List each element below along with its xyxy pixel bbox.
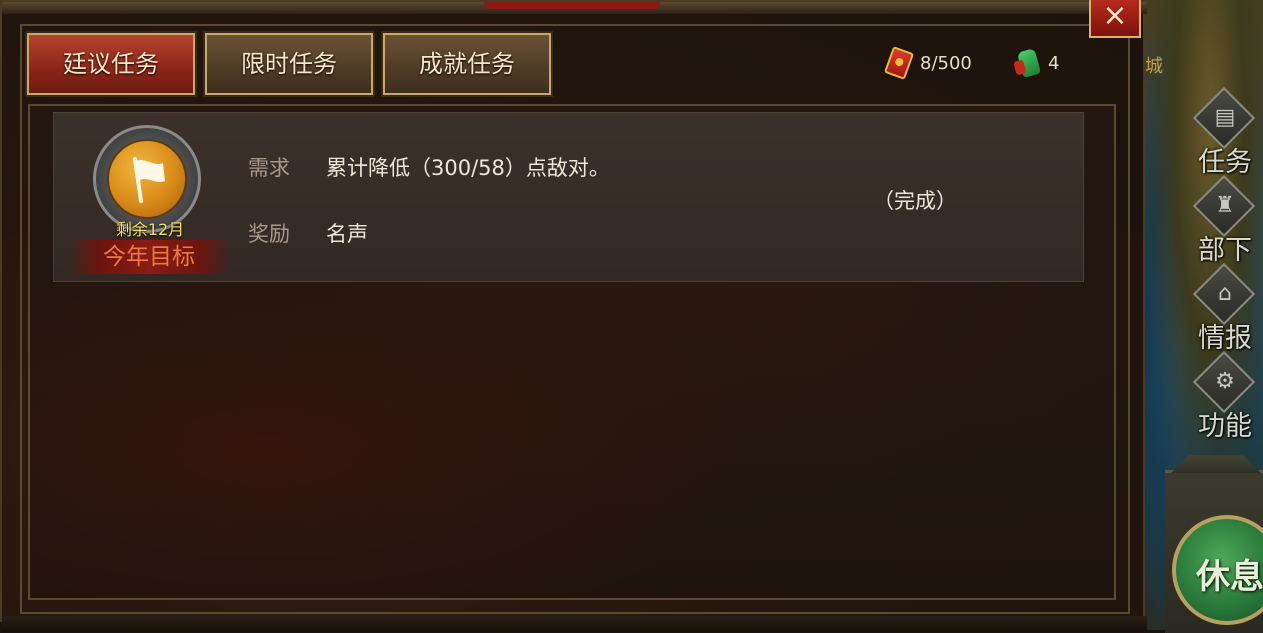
tab-timed-tasks[interactable]: 限时任务 <box>203 31 375 97</box>
remaining-months: 剩余12月 <box>115 220 185 239</box>
red-token-icon <box>883 46 915 80</box>
reward-label: 奖励 <box>248 222 290 246</box>
gears-icon: ⚙ <box>1215 369 1235 394</box>
task-status: （完成） <box>873 189 957 213</box>
badge-medallion <box>107 139 187 219</box>
reward-value: 名声 <box>326 222 368 246</box>
sidebar-item-functions[interactable]: ⚙ 功能 <box>1190 350 1263 442</box>
sidebar-item-label: 情报 <box>1198 323 1252 354</box>
sidebar-item-label: 部下 <box>1198 235 1252 266</box>
jade-count: 4 <box>1048 52 1060 74</box>
sidebar-item-intel[interactable]: ⌂ 情报 <box>1190 262 1263 354</box>
tab-court-tasks[interactable]: 廷议任务 <box>25 31 197 97</box>
building-icon: ⌂ <box>1218 281 1232 306</box>
requirement-label: 需求 <box>248 156 290 180</box>
token-resource: 8/500 <box>883 46 972 80</box>
flag-icon <box>133 157 165 203</box>
jade-resource: 4 <box>1016 48 1060 78</box>
yearly-goal-label: 今年目标 <box>68 240 230 274</box>
rest-label: 休息 <box>1196 557 1263 597</box>
sidebar-item-label: 功能 <box>1198 411 1252 442</box>
scroll-icon: ▤ <box>1214 105 1236 130</box>
sidebar-item-tasks[interactable]: ▤ 任务 <box>1190 86 1263 178</box>
sidebar-item-label: 任务 <box>1198 147 1252 178</box>
requirement-value: 累计降低（300/58）点敌对。 <box>326 156 610 180</box>
sidebar-item-subordinates[interactable]: ♜ 部下 <box>1190 174 1263 266</box>
panel-top-ornament <box>422 2 722 10</box>
tab-achievement-tasks[interactable]: 成就任务 <box>381 31 553 97</box>
jade-icon <box>1016 48 1042 78</box>
map-city-label: 城 <box>1145 56 1163 77</box>
token-count: 8/500 <box>920 52 972 74</box>
close-button[interactable]: × <box>1089 0 1141 38</box>
helmet-icon: ♜ <box>1215 193 1235 218</box>
